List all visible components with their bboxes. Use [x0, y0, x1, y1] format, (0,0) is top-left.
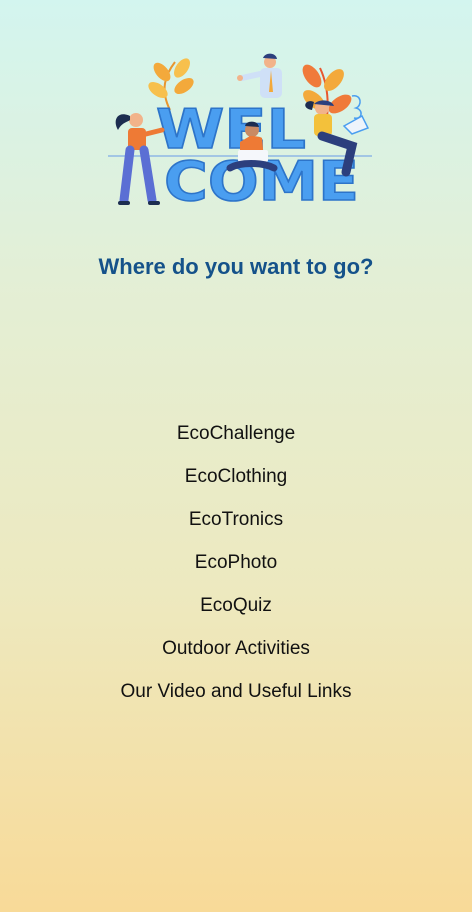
destination-question: Where do you want to go? — [98, 254, 374, 279]
menu-item-ecophoto[interactable]: EcoPhoto — [0, 541, 472, 584]
welcome-artwork: WEL COME — [108, 53, 372, 214]
menu-item-ecoquiz[interactable]: EcoQuiz — [0, 584, 472, 627]
menu-item-ecoclothing[interactable]: EcoClothing — [0, 455, 472, 498]
menu-item-ecotronics[interactable]: EcoTronics — [0, 498, 472, 541]
welcome-illustration: WEL COME — [100, 50, 380, 215]
standing-man-figure — [237, 53, 282, 98]
menu-item-ecochallenge[interactable]: EcoChallenge — [0, 412, 472, 455]
destination-menu: EcoChallenge EcoClothing EcoTronics EcoP… — [0, 412, 472, 713]
menu-item-outdoor-activities[interactable]: Outdoor Activities — [0, 627, 472, 670]
menu-item-video-and-links[interactable]: Our Video and Useful Links — [0, 670, 472, 713]
